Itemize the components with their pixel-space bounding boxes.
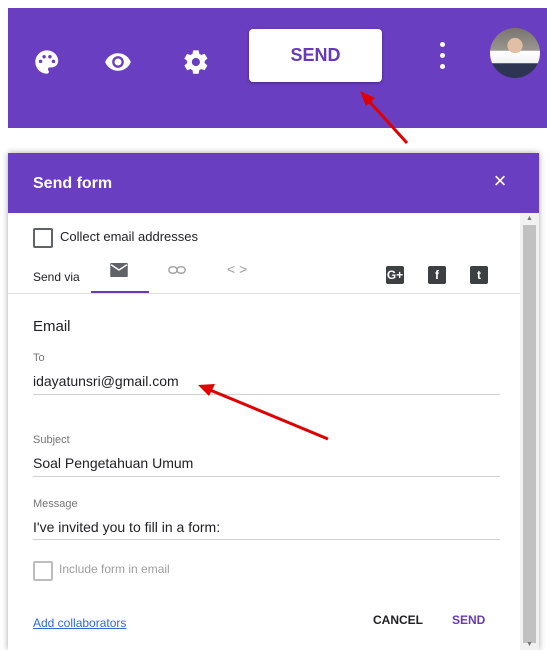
close-icon[interactable]: × — [488, 169, 512, 193]
email-section-title: Email — [33, 318, 71, 335]
include-form-checkbox[interactable] — [33, 561, 53, 581]
to-underline — [33, 394, 500, 395]
scroll-thumb[interactable] — [523, 225, 536, 643]
more-vert-icon[interactable] — [440, 42, 446, 74]
to-field[interactable]: idayatunsri@gmail.com — [33, 373, 179, 389]
dialog-title: Send form — [33, 175, 113, 192]
form-toolbar: SEND — [8, 8, 547, 128]
include-form-label: Include form in email — [59, 562, 170, 576]
message-label: Message — [33, 498, 78, 510]
subject-field[interactable]: Soal Pengetahuan Umum — [33, 455, 193, 471]
scroll-down-icon[interactable]: ▼ — [526, 641, 533, 648]
send-button-top[interactable]: SEND — [249, 29, 382, 82]
collect-email-checkbox[interactable] — [33, 228, 53, 248]
add-collaborators-link[interactable]: Add collaborators — [33, 616, 126, 630]
twitter-icon[interactable]: t — [470, 266, 488, 284]
to-label: To — [33, 352, 45, 364]
message-underline — [33, 539, 500, 540]
eye-icon[interactable] — [104, 48, 132, 76]
facebook-icon[interactable]: f — [428, 266, 446, 284]
send-form-dialog: Send form × Collect email addresses Send… — [8, 153, 539, 650]
mail-icon[interactable] — [110, 263, 128, 277]
scrollbar[interactable]: ▲ ▼ — [520, 213, 539, 650]
palette-icon[interactable] — [33, 48, 61, 76]
send-via-label: Send via — [33, 270, 80, 284]
scroll-up-icon[interactable]: ▲ — [526, 215, 533, 222]
embed-icon[interactable]: < > — [227, 261, 247, 277]
divider — [8, 293, 520, 294]
message-field[interactable]: I've invited you to fill in a form: — [33, 519, 220, 535]
dialog-header: Send form × — [8, 153, 539, 213]
link-icon[interactable] — [168, 264, 186, 276]
subject-label: Subject — [33, 434, 70, 446]
gear-icon[interactable] — [182, 48, 210, 76]
send-button[interactable]: SEND — [452, 613, 485, 627]
google-plus-icon[interactable]: G+ — [386, 266, 404, 284]
collect-email-label: Collect email addresses — [60, 229, 199, 244]
avatar[interactable] — [490, 28, 540, 78]
subject-underline — [33, 476, 500, 477]
cancel-button[interactable]: CANCEL — [373, 613, 423, 627]
